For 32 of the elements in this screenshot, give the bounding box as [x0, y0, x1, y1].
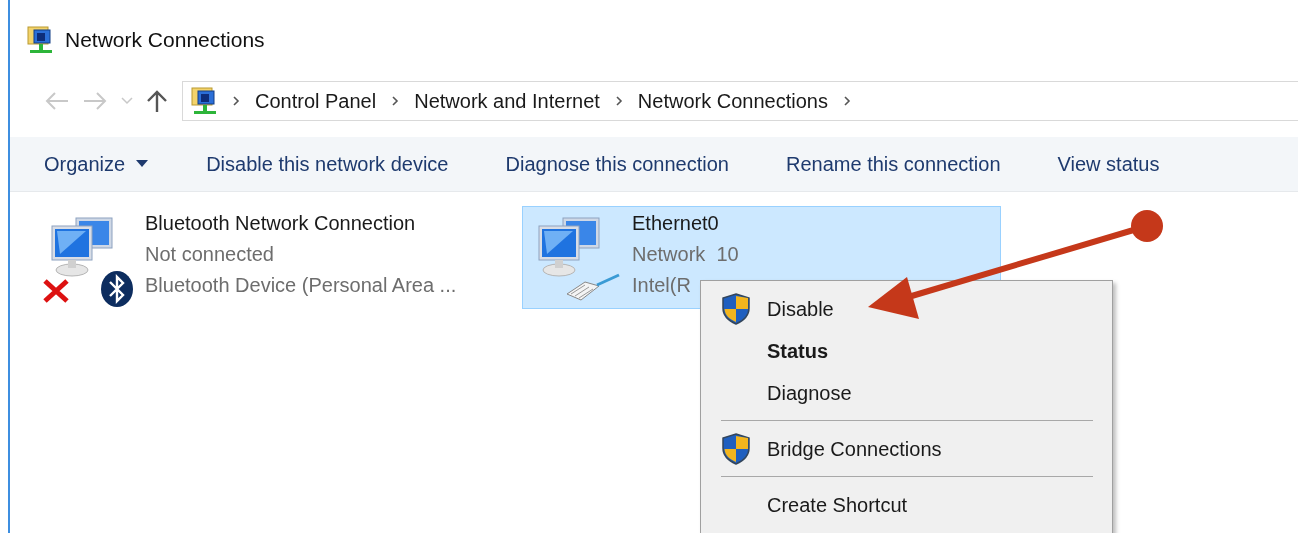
menu-item[interactable]: Create Shortcut [701, 484, 1112, 526]
device-name: Intel(R [632, 273, 692, 298]
chevron-icon [613, 95, 624, 107]
breadcrumb[interactable]: Control Panel [255, 89, 377, 113]
up-button[interactable] [146, 89, 168, 113]
chevron-icon [390, 95, 401, 107]
breadcrumb[interactable]: Network and Internet [414, 89, 600, 113]
shield-icon [722, 293, 750, 325]
caret-icon [135, 160, 150, 168]
window-title: Network Connections [65, 28, 265, 52]
toolbar-button[interactable]: Diagnose this connection [505, 152, 729, 176]
connection-item[interactable]: Bluetooth Network Connection Not connected Bluetooth Device (Personal Area ... [35, 206, 514, 309]
toolbar-button[interactable]: Disable this network device [206, 152, 449, 176]
chevron-icon [231, 95, 241, 107]
toolbar-button[interactable]: View status [1057, 152, 1160, 176]
toolbar-button[interactable]: Organize [44, 152, 150, 176]
error-icon [42, 278, 70, 304]
breadcrumb[interactable]: Network Connections [637, 89, 828, 113]
connection-name: Ethernet0 [632, 211, 720, 236]
address-bar[interactable]: Control Panel Network and Internet Network Connections [182, 81, 1298, 121]
menu-item[interactable]: Status [701, 330, 1112, 372]
connection-status: Not connected [145, 242, 275, 267]
chevron-icon [841, 95, 852, 107]
menu-item[interactable]: Bridge Connections [701, 428, 1112, 470]
menu-item[interactable]: Diagnose [701, 372, 1112, 414]
toolbar-button[interactable]: Rename this connection [786, 152, 1001, 176]
bluetooth-icon [100, 270, 134, 308]
connection-name: Bluetooth Network Connection [145, 211, 417, 236]
connection-status: Network 10 [632, 242, 739, 267]
device-name: Bluetooth Device (Personal Area ... [145, 273, 457, 298]
cable-icon [565, 272, 621, 302]
shield-icon [722, 433, 750, 465]
